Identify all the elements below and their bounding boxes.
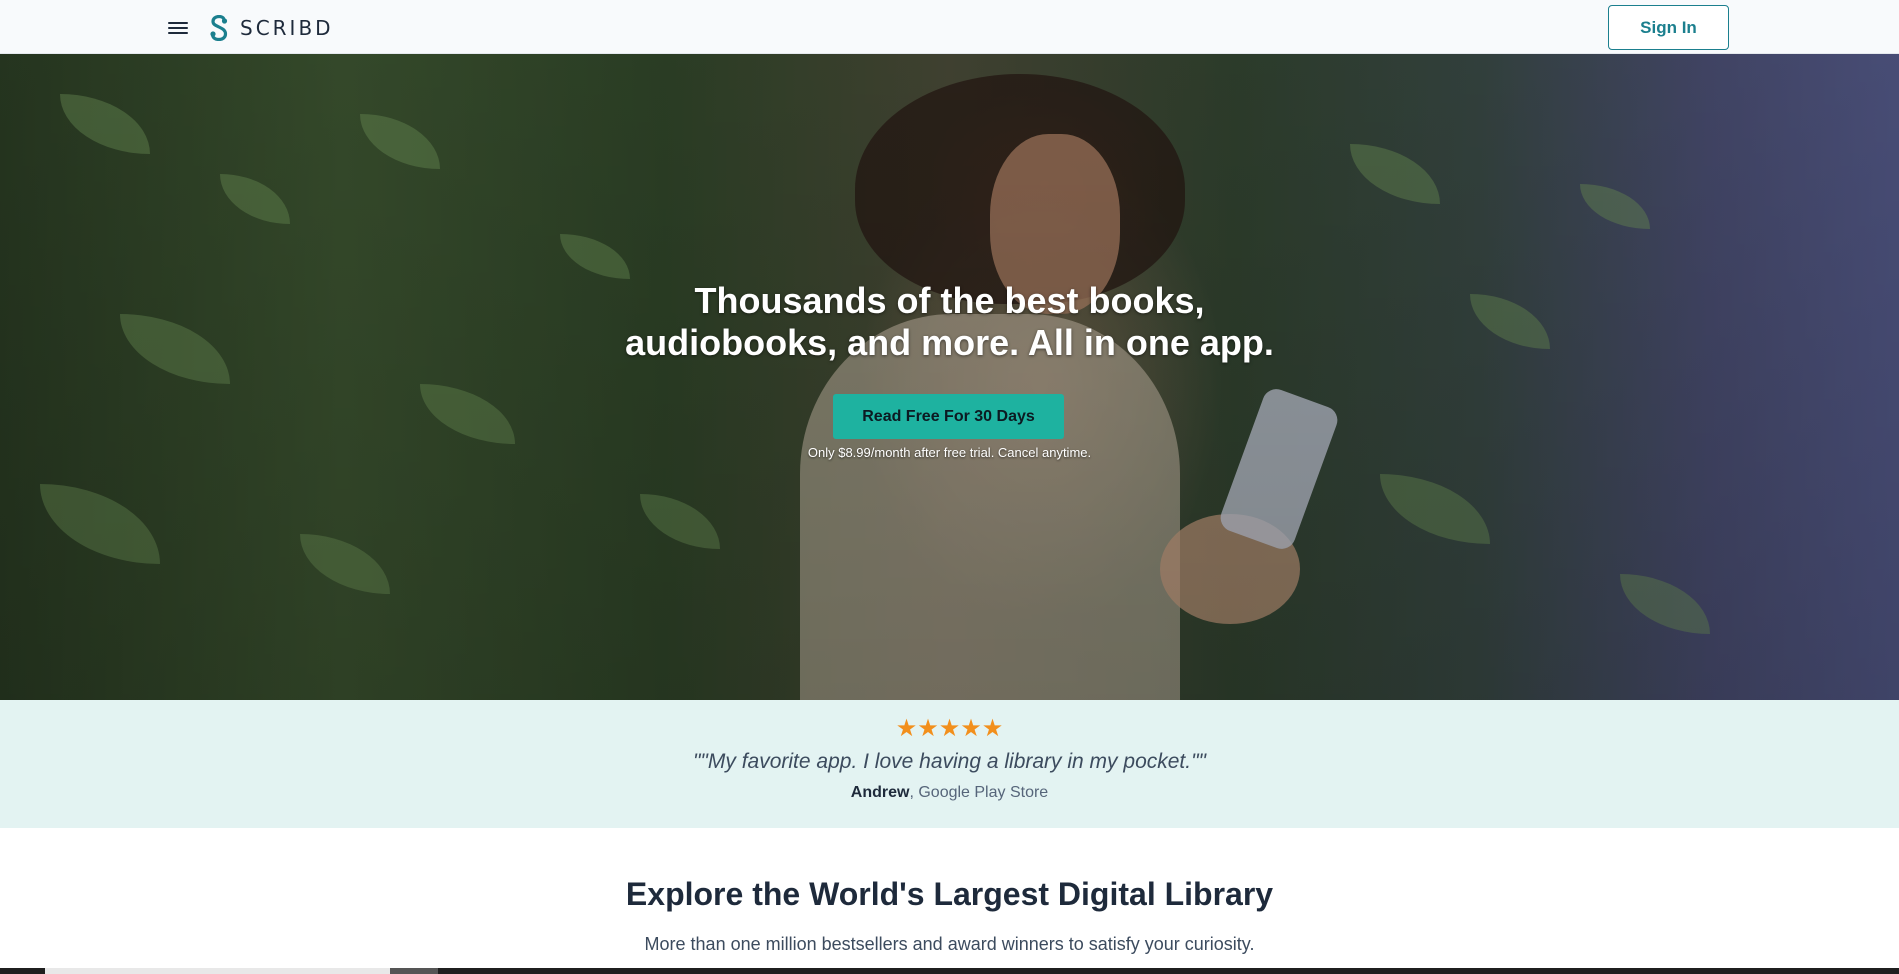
testimonial-author: Andrew	[850, 784, 910, 801]
explore-section-title: Explore the World's Largest Digital Libr…	[625, 876, 1274, 912]
testimonial-quote: ""My favorite app. I love having a libra…	[692, 750, 1207, 773]
testimonial-source: , Google Play Store	[909, 784, 1049, 801]
bottom-edge-strip	[0, 968, 1899, 974]
hero-headline: Thousands of the best books, audiobooks,…	[625, 280, 1274, 363]
hamburger-menu-icon[interactable]	[164, 16, 192, 40]
pricing-note: Only $8.99/month after free trial. Cance…	[807, 445, 1092, 460]
testimonial-band: ★★★★★ ""My favorite app. I love having a…	[0, 700, 1899, 828]
top-navigation-bar: SCRIBD Sign In	[0, 0, 1899, 54]
five-star-rating-icon: ★★★★★	[895, 715, 1004, 742]
testimonial-attribution: Andrew, Google Play Store	[0, 784, 1899, 802]
scribd-logo-icon	[210, 15, 228, 41]
scribd-logo[interactable]: SCRIBD	[208, 14, 334, 42]
hero-banner: Thousands of the best books, audiobooks,…	[0, 54, 1899, 700]
read-free-cta-button[interactable]: Read Free For 30 Days	[833, 394, 1064, 439]
sign-in-button[interactable]: Sign In	[1608, 5, 1729, 50]
explore-section-subtitle: More than one million bestsellers and aw…	[644, 934, 1255, 954]
logo-wordmark: SCRIBD	[240, 16, 334, 40]
